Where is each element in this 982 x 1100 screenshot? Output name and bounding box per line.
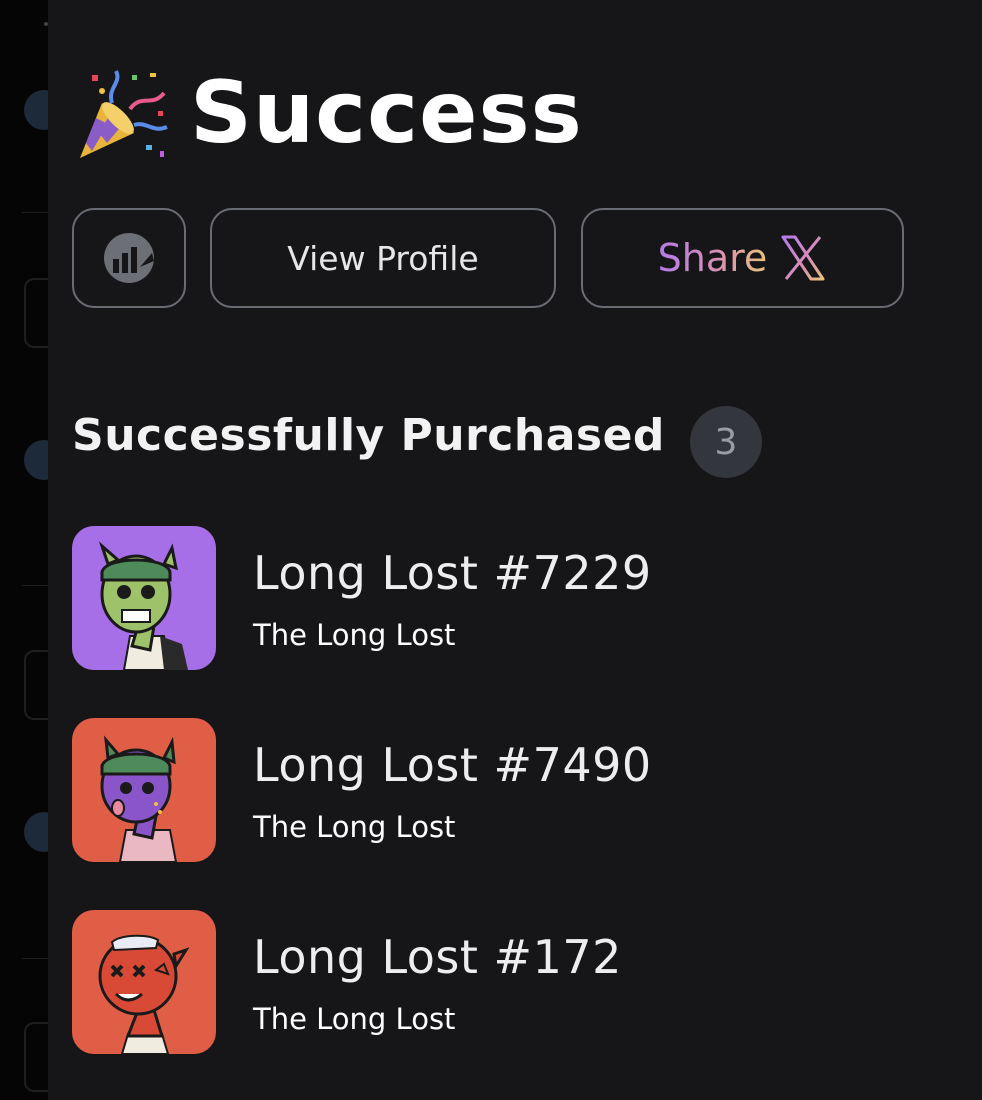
purchased-item[interactable]: Long Lost #172 The Long Lost [72, 910, 892, 1054]
item-collection: The Long Lost [253, 1002, 456, 1036]
nft-thumbnail [72, 718, 216, 862]
page-title: Success [190, 63, 583, 163]
count-badge: 3 [690, 406, 762, 478]
item-collection: The Long Lost [253, 618, 456, 652]
item-name: Long Lost #7229 [253, 546, 652, 600]
nft-image [72, 718, 216, 862]
item-name: Long Lost #7490 [253, 738, 652, 792]
share-label: Share [657, 236, 768, 280]
title-row: Success [72, 58, 583, 168]
background-divider [22, 585, 48, 586]
nft-image [72, 526, 216, 670]
view-profile-button[interactable]: View Profile [210, 208, 556, 308]
nft-thumbnail [72, 526, 216, 670]
purchased-item[interactable]: Long Lost #7229 The Long Lost [72, 526, 892, 670]
section-title: Successfully Purchased [72, 410, 665, 461]
share-button[interactable]: Share [581, 208, 904, 308]
party-popper-icon [80, 70, 168, 158]
background-divider [22, 958, 48, 959]
item-name: Long Lost #172 [253, 930, 622, 984]
stats-button[interactable] [72, 208, 186, 308]
background-divider [22, 212, 48, 213]
nft-image [72, 910, 216, 1054]
item-collection: The Long Lost [253, 810, 456, 844]
background-page [0, 0, 64, 1100]
purchased-item[interactable]: Long Lost #7490 The Long Lost [72, 718, 892, 862]
success-panel: Success View Profile Share Successfully … [48, 0, 982, 1100]
view-profile-label: View Profile [287, 238, 479, 278]
x-logo-icon [781, 235, 825, 281]
chart-icon [104, 233, 154, 283]
nft-thumbnail [72, 910, 216, 1054]
